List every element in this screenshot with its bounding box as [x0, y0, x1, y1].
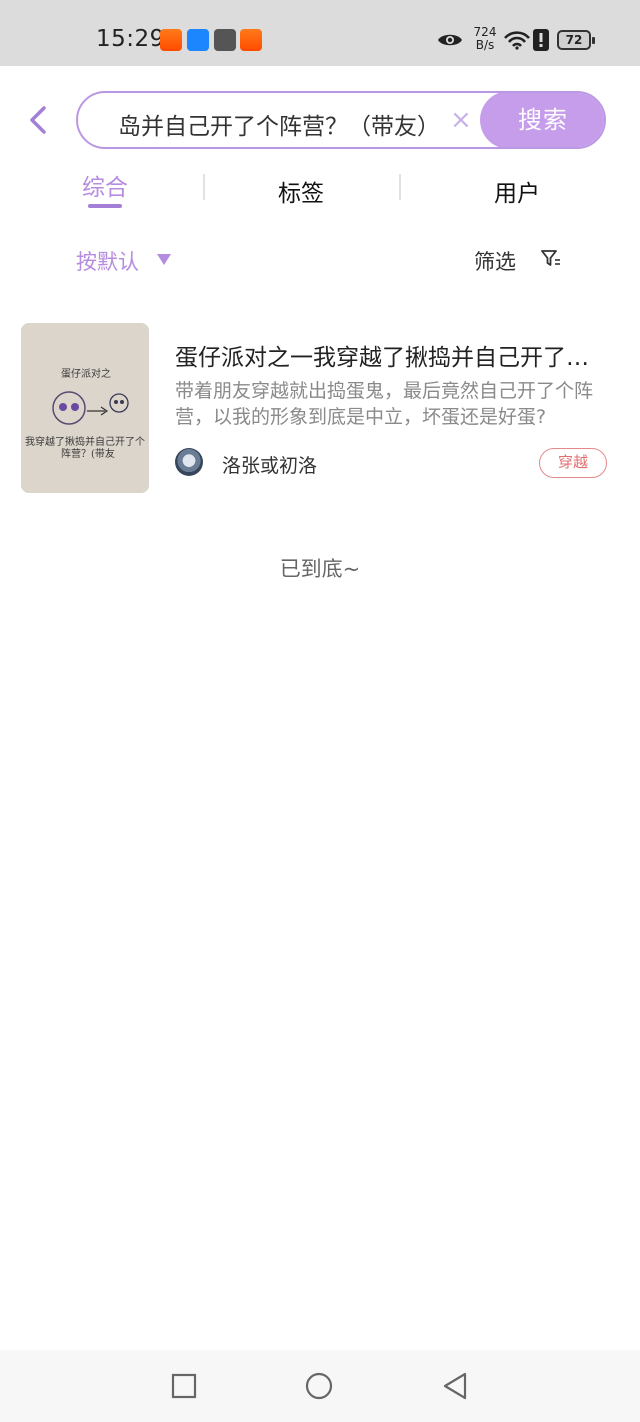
search-button[interactable]: 搜索	[480, 93, 604, 147]
tab-tags[interactable]: 标签	[278, 174, 324, 208]
tab-comprehensive[interactable]: 综合	[82, 168, 128, 202]
alert-icon	[533, 29, 549, 51]
dropdown-triangle-icon[interactable]	[157, 254, 171, 265]
tab-active-indicator	[88, 204, 122, 208]
back-icon[interactable]	[441, 1372, 469, 1400]
back-arrow-icon[interactable]	[24, 104, 54, 136]
status-time: 15:29	[96, 26, 165, 52]
end-of-list-text: 已到底~	[279, 557, 361, 581]
result-thumbnail[interactable]: 蛋仔派对之 我穿越了揪捣并自己开了个 阵营？(带友	[21, 323, 149, 493]
tag-badge[interactable]: 穿越	[539, 448, 607, 478]
tab-users[interactable]: 用户	[494, 174, 540, 208]
result-card[interactable]: 蛋仔派对之 我穿越了揪捣并自己开了个 阵营？(带友 蛋仔派对之一我穿越了揪捣并自…	[0, 320, 640, 496]
taobao-icon	[240, 29, 262, 51]
tab-divider	[399, 174, 401, 200]
search-box[interactable]: 岛并自己开了个阵营？（带友） × 搜索	[76, 91, 606, 149]
thumbnail-caption: 蛋仔派对之	[61, 369, 111, 380]
eye-icon	[438, 34, 462, 46]
author-name[interactable]: 洛张或初洛	[222, 451, 317, 478]
thumbnail-caption: 阵营？(带友	[61, 449, 115, 460]
avatar[interactable]	[175, 448, 203, 476]
clear-icon[interactable]: ×	[450, 105, 472, 135]
filter-button[interactable]: 筛选	[474, 246, 516, 276]
battery-icon: 72	[557, 30, 595, 50]
result-description: 带着朋友穿越就出捣蛋鬼，最后竟然自己开了个阵营，以我的形象到底是中立，坏蛋还是好…	[175, 380, 594, 428]
search-input[interactable]: 岛并自己开了个阵营？（带友）	[118, 107, 448, 141]
status-bar: 15:29 724 B/s 72	[0, 0, 640, 66]
filter-icon[interactable]	[540, 248, 562, 270]
thumbnail-sketch	[21, 323, 149, 493]
weather-icon	[187, 29, 209, 51]
tab-divider	[203, 174, 205, 200]
system-nav-bar	[0, 1350, 640, 1422]
taobao-icon	[160, 29, 182, 51]
result-tabs: 综合 标签 用户	[0, 160, 640, 210]
sort-dropdown[interactable]: 按默认	[76, 246, 139, 276]
result-title[interactable]: 蛋仔派对之一我穿越了揪捣并自己开了个阵营？（带友）	[175, 338, 605, 372]
recent-apps-icon[interactable]	[170, 1372, 198, 1400]
calendar-icon	[214, 29, 236, 51]
network-speed: 724 B/s	[473, 25, 497, 52]
home-icon[interactable]	[305, 1372, 333, 1400]
wifi-icon	[504, 31, 530, 50]
